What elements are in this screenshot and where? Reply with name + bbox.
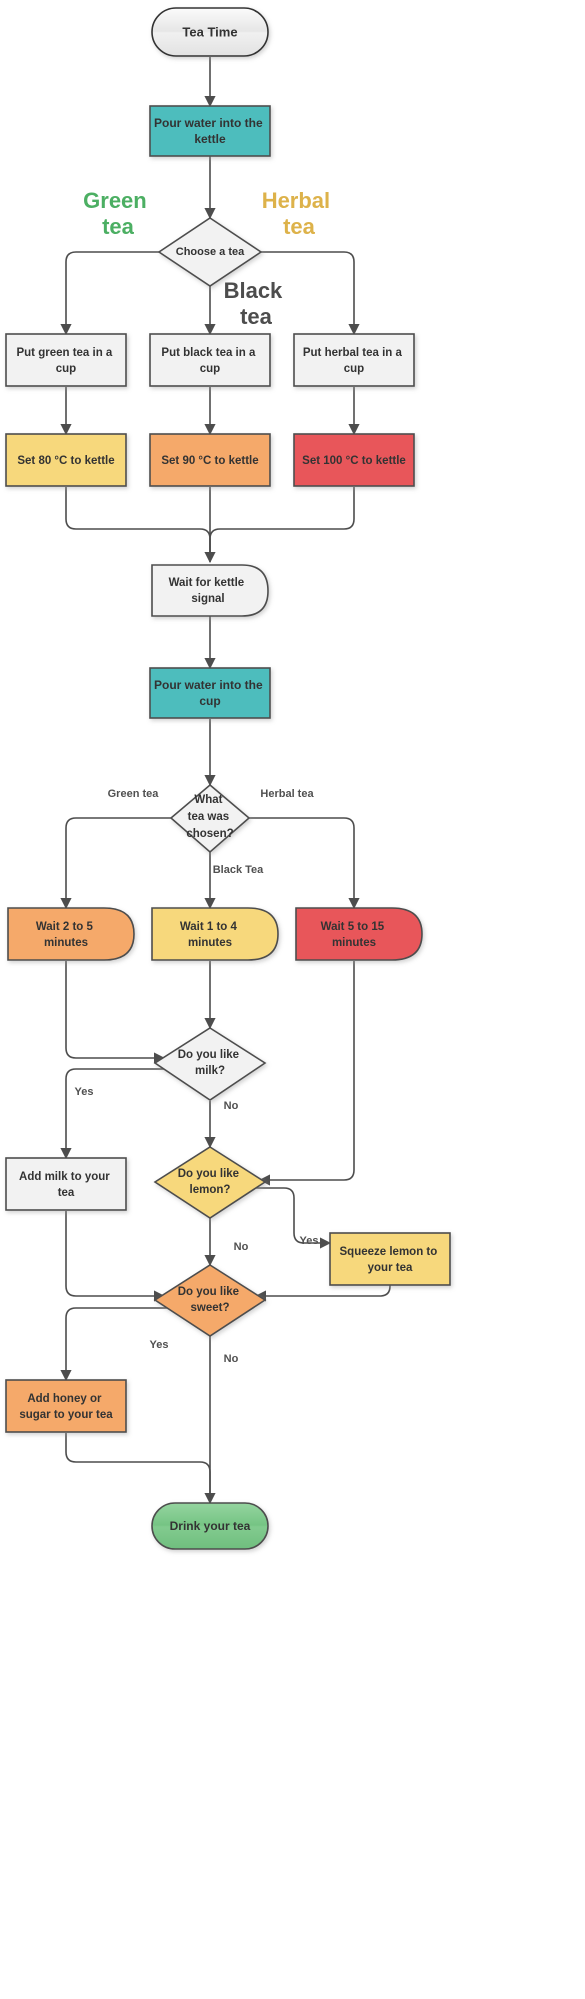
node-choose-a-tea[interactable]: Choose a tea <box>157 217 263 287</box>
node-set-90-label: Set 90 °C to kettle <box>161 455 258 467</box>
node-set-80-label: Set 80 °C to kettle <box>17 455 114 467</box>
edge-choose-to-green-cup <box>60 251 161 336</box>
node-add-milk[interactable]: Add milk to your tea <box>5 1157 127 1211</box>
node-do-you-like-lemon[interactable]: Do you like lemon? <box>153 1146 267 1219</box>
flowchart-svg: Green tea Herbal tea Black tea Green tea… <box>5 7 451 1550</box>
edge-label-lemon-no: No <box>234 1241 249 1253</box>
edge-what-tea-to-wait515 <box>249 817 360 910</box>
node-wait-kettle-signal[interactable]: Wait for kettle signal <box>151 564 269 617</box>
edge-squeeze-to-like-sweet <box>254 1285 391 1302</box>
node-put-herbal-tea-cup[interactable]: Put herbal tea in a cup <box>293 333 415 387</box>
node-pour-water-kettle[interactable]: Pour water into the kettle <box>149 105 271 157</box>
edge-wait515-to-like-lemon <box>258 961 355 1186</box>
edge-label-herbal-tea-small: Herbal tea <box>260 788 314 800</box>
edge-label-black-tea-big: Black tea <box>224 278 289 329</box>
edge-label-sweet-no: No <box>224 1353 239 1365</box>
node-do-you-like-milk[interactable]: Do you like milk? <box>153 1027 267 1101</box>
node-set-80[interactable]: Set 80 °C to kettle <box>5 433 127 487</box>
node-do-you-like-sweet[interactable]: Do you like sweet? <box>153 1264 267 1337</box>
node-drink-your-tea[interactable]: Drink your tea <box>151 1502 269 1550</box>
edge-add-milk-to-like-sweet <box>65 1211 166 1302</box>
edge-label-milk-no: No <box>224 1100 239 1112</box>
node-wait-2-to-5[interactable]: Wait 2 to 5 minutes <box>7 907 135 961</box>
node-what-tea-chosen[interactable]: What tea was chosen? <box>169 783 251 854</box>
edge-what-tea-to-wait25 <box>60 817 171 910</box>
node-add-honey-sugar[interactable]: Add honey or sugar to your tea <box>5 1379 127 1433</box>
edge-set100-to-wait-signal <box>209 487 355 558</box>
node-pour-water-cup[interactable]: Pour water into the cup <box>149 667 271 719</box>
edge-label-milk-yes: Yes <box>75 1086 94 1098</box>
node-wait-5-to-15[interactable]: Wait 5 to 15 minutes <box>295 907 423 961</box>
node-set-100-label: Set 100 °C to kettle <box>302 455 406 467</box>
edge-set80-to-wait-signal <box>65 487 211 558</box>
edge-label-green-tea-big: Green tea <box>83 188 153 239</box>
edge-label-herbal-tea-big: Herbal tea <box>262 188 337 239</box>
node-drink-your-tea-label: Drink your tea <box>170 1519 251 1533</box>
edge-add-honey-to-drink <box>65 1433 211 1503</box>
node-wait-1-to-4[interactable]: Wait 1 to 4 minutes <box>151 907 279 961</box>
node-set-90[interactable]: Set 90 °C to kettle <box>149 433 271 487</box>
flowchart-canvas: Green tea Herbal tea Black tea Green tea… <box>0 0 585 1999</box>
edge-wait25-to-like-milk <box>65 961 166 1064</box>
edge-label-green-tea-small: Green tea <box>108 788 160 800</box>
node-set-100[interactable]: Set 100 °C to kettle <box>293 433 415 487</box>
node-put-black-tea-cup[interactable]: Put black tea in a cup <box>149 333 271 387</box>
node-start[interactable]: Tea Time <box>151 7 269 57</box>
edge-label-sweet-yes: Yes <box>150 1339 169 1351</box>
node-squeeze-lemon[interactable]: Squeeze lemon to your tea <box>329 1232 451 1286</box>
node-choose-a-tea-label: Choose a tea <box>176 246 245 258</box>
edge-label-black-tea-small: Black Tea <box>213 864 264 876</box>
edge-label-lemon-yes: Yes <box>300 1235 319 1247</box>
node-start-label: Tea Time <box>182 24 237 39</box>
edge-like-milk-yes-to-add-milk <box>60 1068 175 1160</box>
node-put-green-tea-cup[interactable]: Put green tea in a cup <box>5 333 127 387</box>
